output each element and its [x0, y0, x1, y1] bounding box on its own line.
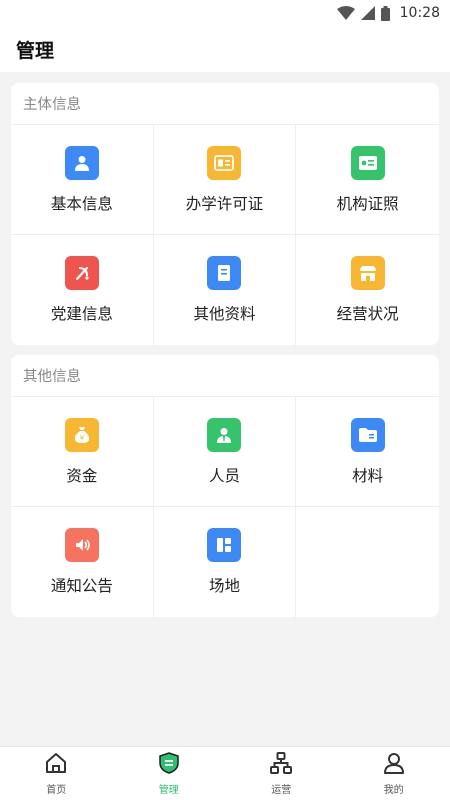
id-card-icon [350, 145, 385, 180]
grid-item-other-documents[interactable]: 其他资料 [154, 235, 297, 345]
grid-item-empty [296, 507, 439, 617]
license-card-icon [207, 145, 242, 180]
section-card-main-info: 主体信息 基本信息 办学许可证 机构证照 党建信息 其他资料 经营状况 [11, 83, 439, 345]
material-card-icon [350, 417, 385, 452]
org-chart-icon [269, 751, 293, 779]
grid-item-label: 党建信息 [50, 305, 113, 323]
grid-item-label: 材料 [352, 466, 384, 485]
cellular-signal-icon [360, 6, 375, 20]
grid-item-basic-info[interactable]: 基本信息 [11, 125, 154, 235]
home-icon [44, 751, 68, 779]
party-emblem-icon [64, 256, 99, 290]
grid-item-materials[interactable]: 材料 [296, 397, 439, 507]
document-icon [207, 256, 242, 290]
section-grid: 基本信息 办学许可证 机构证照 党建信息 其他资料 经营状况 [11, 125, 439, 345]
nav-label: 我的 [383, 785, 404, 796]
wifi-icon [336, 6, 355, 20]
staff-icon [207, 417, 242, 452]
app-header: 管理 [0, 26, 450, 72]
grid-item-label: 经营状况 [336, 305, 399, 323]
grid-item-staff[interactable]: 人员 [153, 397, 297, 507]
grid-item-business-status[interactable]: 经营状况 [296, 235, 439, 345]
grid-item-label: 场地 [208, 577, 240, 595]
section-grid: ¥ 资金 人员 材料 通知公告 场地 [11, 397, 439, 617]
grid-item-label: 资金 [66, 466, 98, 485]
grid-item-label: 其他资料 [193, 305, 256, 323]
money-bag-icon: ¥ [64, 417, 99, 452]
nav-item-operations[interactable]: 运营 [225, 747, 338, 800]
section-title: 主体信息 [11, 83, 439, 125]
shop-icon [350, 256, 385, 290]
nav-label: 管理 [158, 785, 179, 796]
venue-layout-icon [207, 528, 242, 562]
nav-item-home[interactable]: 首页 [0, 747, 113, 800]
grid-item-party-info[interactable]: 党建信息 [11, 235, 154, 345]
page-title: 管理 [16, 39, 55, 62]
speaker-icon [64, 528, 99, 562]
main-content: 主体信息 基本信息 办学许可证 机构证照 党建信息 其他资料 经营状况 其他信息… [0, 72, 450, 617]
status-bar: 10:28 [0, 0, 450, 26]
grid-item-institution-license[interactable]: 机构证照 [296, 125, 439, 235]
battery-icon [380, 5, 390, 21]
bottom-nav: 首页 管理 运营 我的 [0, 746, 450, 800]
grid-item-label: 人员 [208, 466, 240, 485]
grid-item-school-license[interactable]: 办学许可证 [153, 125, 297, 235]
person-icon [64, 145, 99, 180]
section-card-other-info: 其他信息 ¥ 资金 人员 材料 通知公告 场地 [11, 355, 439, 617]
grid-item-label: 机构证照 [336, 194, 399, 213]
svg-text:¥: ¥ [80, 434, 85, 442]
grid-item-notices[interactable]: 通知公告 [11, 507, 154, 617]
section-title: 其他信息 [11, 355, 439, 397]
grid-item-label: 通知公告 [50, 577, 113, 595]
nav-item-profile[interactable]: 我的 [338, 747, 450, 800]
grid-item-funds[interactable]: ¥ 资金 [11, 397, 154, 507]
nav-label: 运营 [271, 785, 292, 796]
grid-item-label: 办学许可证 [185, 194, 264, 213]
grid-item-venue[interactable]: 场地 [154, 507, 297, 617]
status-time: 10:28 [399, 5, 440, 21]
manage-shield-icon [157, 751, 181, 779]
nav-label: 首页 [46, 785, 67, 796]
grid-item-label: 基本信息 [50, 194, 113, 213]
nav-item-manage[interactable]: 管理 [113, 747, 226, 800]
profile-icon [382, 751, 406, 779]
